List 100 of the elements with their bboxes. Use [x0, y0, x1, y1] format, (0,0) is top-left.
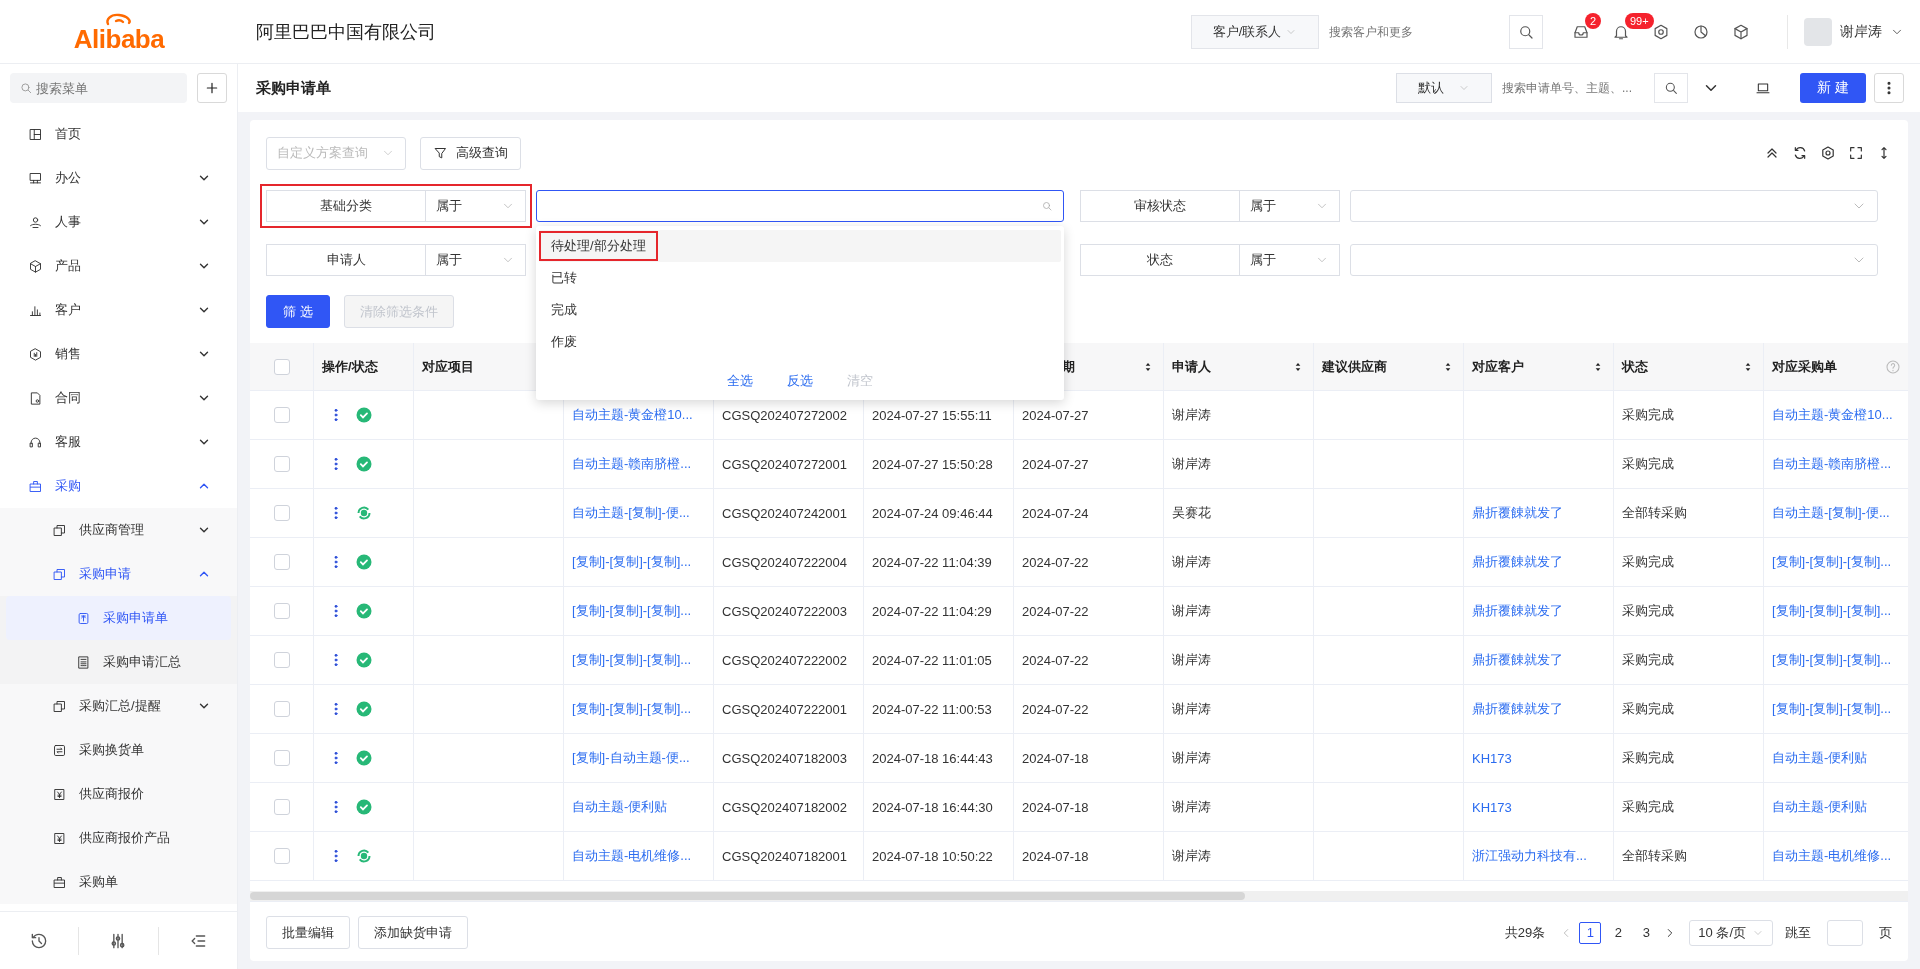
sidebar-item[interactable]: 供应商报价: [0, 772, 237, 816]
calculator-icon: [76, 654, 91, 670]
table-link[interactable]: [复制]-[复制]-[复制]...: [564, 587, 714, 635]
dropdown-action-link[interactable]: 反选: [787, 372, 813, 390]
table-link[interactable]: 鼎折覆餗就发了: [1464, 685, 1614, 733]
table-link[interactable]: 自动主题-黄金橙10...: [564, 391, 714, 439]
operator-select[interactable]: 属于: [426, 190, 526, 222]
row-checkbox[interactable]: [273, 505, 290, 521]
sidebar-item[interactable]: 人事: [0, 200, 237, 244]
table-link[interactable]: 自动主题-便利贴: [564, 783, 714, 831]
dropdown-option[interactable]: 待处理/部分处理: [541, 233, 656, 259]
table-link[interactable]: 自动主题-便利贴: [1764, 734, 1908, 782]
row-checkbox[interactable]: [273, 848, 290, 864]
sidebar-item[interactable]: 采购申请汇总: [0, 640, 237, 684]
row-checkbox[interactable]: [273, 554, 290, 570]
row-checkbox[interactable]: [273, 799, 290, 815]
sidebar-item[interactable]: 客服: [0, 420, 237, 464]
sidebar-item[interactable]: 供应商报价产品: [0, 816, 237, 860]
table-link[interactable]: 鼎折覆餗就发了: [1464, 538, 1614, 586]
sidebar-item[interactable]: 供应商管理: [0, 508, 237, 552]
sidebar-item[interactable]: 采购: [0, 464, 237, 508]
footer-button[interactable]: 批量编辑: [266, 916, 350, 949]
copy-icon: [52, 698, 67, 714]
operator-select[interactable]: 属于: [426, 244, 526, 276]
sidebar-item[interactable]: 采购申请: [0, 552, 237, 596]
table-link[interactable]: 鼎折覆餗就发了: [1464, 636, 1614, 684]
page-suffix: 页: [1879, 923, 1892, 942]
dropdown-action-link[interactable]: 全选: [727, 372, 753, 390]
table-link[interactable]: [复制]-[复制]-[复制]...: [1764, 538, 1908, 586]
page-number[interactable]: 2: [1607, 921, 1630, 944]
sidebar-item[interactable]: 合同: [0, 376, 237, 420]
table-link[interactable]: KH173: [1464, 783, 1614, 831]
table-cell: 2024-07-27: [1014, 391, 1164, 439]
table-link[interactable]: [复制]-[复制]-[复制]...: [564, 538, 714, 586]
table-link[interactable]: 自动主题-[复制]-便...: [1764, 489, 1908, 537]
dropdown-option[interactable]: 完成: [541, 297, 587, 323]
select-all-checkbox[interactable]: [273, 358, 290, 375]
sidebar-item[interactable]: 采购单: [0, 860, 237, 904]
sidebar-item[interactable]: 办公: [0, 156, 237, 200]
horizontal-scrollbar[interactable]: [250, 891, 1908, 901]
sidebar-item[interactable]: 销售: [0, 332, 237, 376]
table-link[interactable]: 自动主题-便利贴: [1764, 783, 1908, 831]
row-checkbox[interactable]: [273, 701, 290, 717]
sidebar-item[interactable]: 采购汇总/提醒: [0, 684, 237, 728]
table-link[interactable]: 浙江强动力科技有...: [1464, 832, 1614, 880]
check-circle-icon: [356, 603, 372, 619]
table-link[interactable]: 自动主题-赣南脐橙...: [1764, 440, 1908, 488]
page-number[interactable]: 1: [1579, 921, 1602, 944]
table-link[interactable]: [复制]-[复制]-[复制]...: [1764, 636, 1908, 684]
row-checkbox[interactable]: [273, 750, 290, 766]
search-scope-select[interactable]: 客户/联系人: [1191, 14, 1319, 49]
fullscreen-icon[interactable]: [1848, 145, 1864, 161]
table-link[interactable]: 自动主题-[复制]-便...: [564, 489, 714, 537]
add-button[interactable]: [197, 73, 227, 103]
table-link[interactable]: 鼎折覆餗就发了: [1464, 587, 1614, 635]
table-link[interactable]: KH173: [1464, 734, 1614, 782]
table-cell: 2024-07-22: [1014, 636, 1164, 684]
operator-select[interactable]: 属于: [1240, 190, 1340, 222]
sidebar-item[interactable]: 采购换货单: [0, 728, 237, 772]
filter-button[interactable]: 筛 选: [266, 295, 330, 328]
table-link[interactable]: 鼎折覆餗就发了: [1464, 489, 1614, 537]
sidebar-item[interactable]: 采购申请单: [6, 596, 231, 640]
footer-button[interactable]: 添加缺货申请: [358, 916, 468, 949]
table-link[interactable]: [复制]-[复制]-[复制]...: [1764, 587, 1908, 635]
dropdown-option[interactable]: 已转: [541, 265, 587, 291]
advanced-search-button[interactable]: 高级查询: [420, 136, 521, 170]
search-button[interactable]: [1654, 73, 1688, 103]
table-link[interactable]: 自动主题-电机维修...: [564, 832, 714, 880]
company-name: 阿里巴巴中国有限公司: [256, 20, 436, 44]
menu-search-field[interactable]: 搜索菜单: [10, 73, 187, 103]
row-checkbox[interactable]: [273, 407, 290, 423]
settings-icon: [1652, 22, 1670, 41]
search-field[interactable]: [536, 190, 1064, 222]
refresh-icon[interactable]: [1792, 145, 1808, 161]
table-link[interactable]: 自动主题-黄金橙10...: [1764, 391, 1908, 439]
page-size-select[interactable]: 10 条/页: [1689, 919, 1773, 946]
row-checkbox[interactable]: [273, 652, 290, 668]
page-jump-field[interactable]: [1827, 919, 1863, 946]
row-checkbox[interactable]: [273, 456, 290, 472]
page-title: 采购申请单: [256, 78, 331, 98]
table-link[interactable]: 自动主题-赣南脐橙...: [564, 440, 714, 488]
user-menu[interactable]: 谢岸涛: [1787, 14, 1904, 49]
row-checkbox[interactable]: [273, 603, 290, 619]
view-select[interactable]: 默认: [1396, 73, 1492, 103]
check-circle-icon: [356, 456, 372, 472]
search-button[interactable]: [1509, 14, 1543, 49]
sidebar-item[interactable]: 客户: [0, 288, 237, 332]
new-button[interactable]: 新 建: [1800, 73, 1866, 103]
table-cell: 2024-07-22: [1014, 538, 1164, 586]
table-link[interactable]: [复制]-[复制]-[复制]...: [564, 636, 714, 684]
table-link[interactable]: [复制]-[复制]-[复制]...: [564, 685, 714, 733]
page-number[interactable]: 3: [1635, 921, 1658, 944]
settings-icon[interactable]: [1820, 145, 1836, 161]
sidebar-item[interactable]: 产品: [0, 244, 237, 288]
table-link[interactable]: [复制]-自动主题-便...: [564, 734, 714, 782]
table-link[interactable]: 自动主题-电机维修...: [1764, 832, 1908, 880]
table-link[interactable]: [复制]-[复制]-[复制]...: [1764, 685, 1908, 733]
sidebar-item[interactable]: 首页: [0, 112, 237, 156]
dropdown-option[interactable]: 作废: [541, 329, 587, 355]
operator-select[interactable]: 属于: [1240, 244, 1340, 276]
